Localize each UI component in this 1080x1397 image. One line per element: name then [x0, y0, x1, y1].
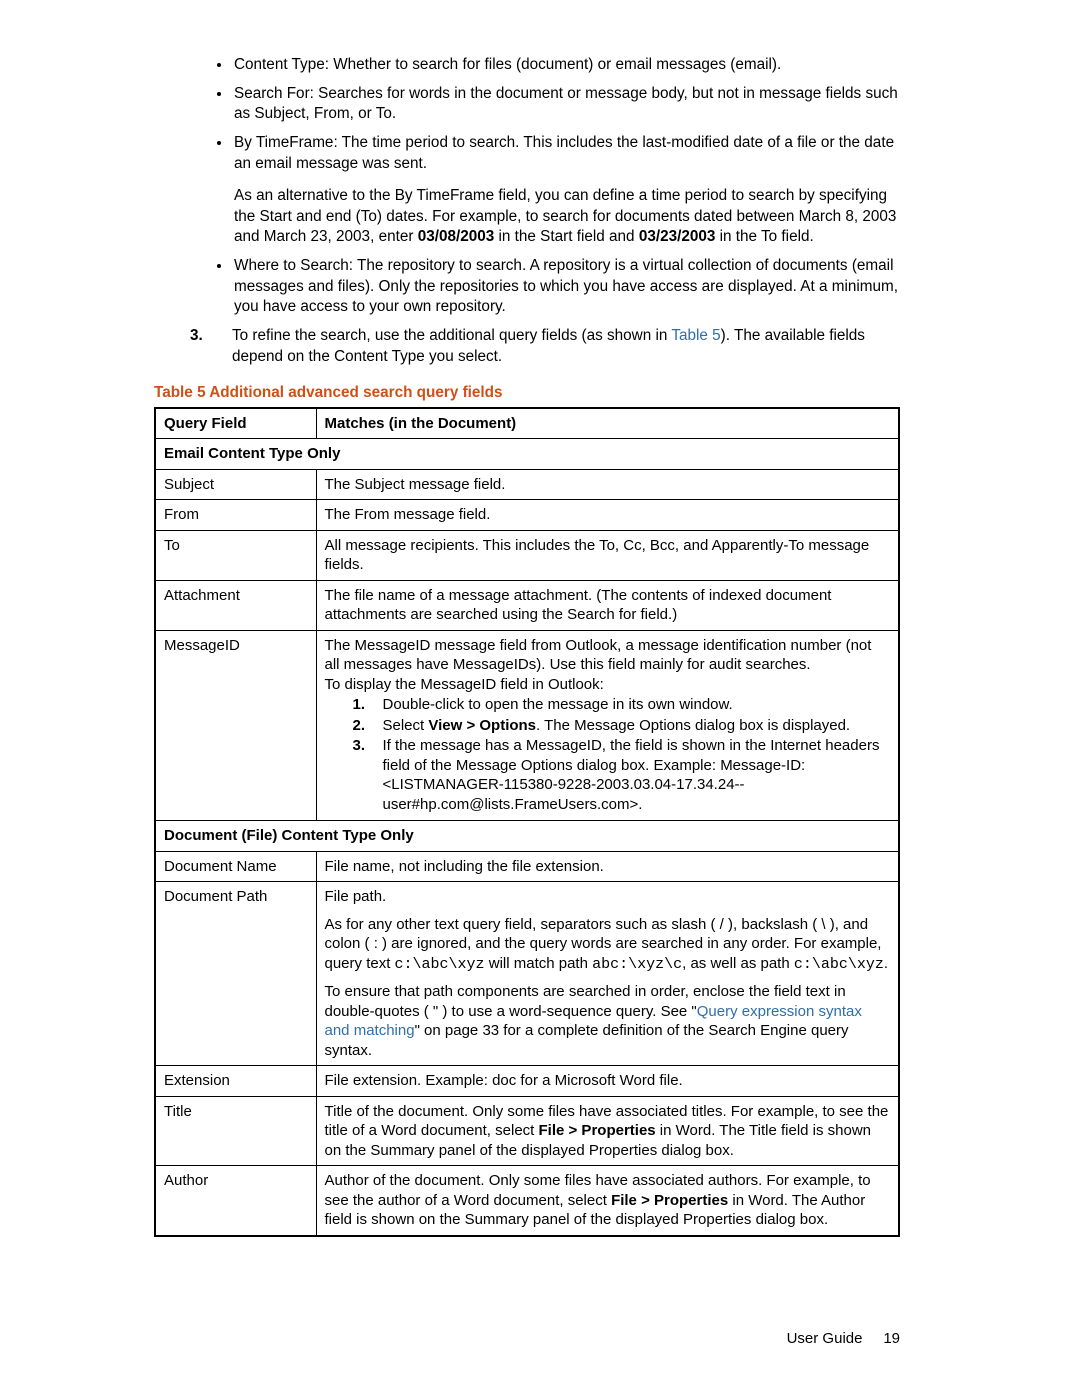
- cell-to-m: All message recipients. This includes th…: [316, 530, 899, 580]
- section-email-header: Email Content Type Only: [155, 439, 899, 470]
- section-document-header: Document (File) Content Type Only: [155, 821, 899, 852]
- text: Select: [383, 717, 429, 734]
- cell-docpath-q: Document Path: [155, 882, 316, 1066]
- top-bullet-list: Content Type: Whether to search for file…: [154, 55, 900, 318]
- table-row: To All message recipients. This includes…: [155, 530, 899, 580]
- text: will match path: [485, 955, 593, 972]
- footer-label: User Guide: [787, 1330, 863, 1347]
- text: . The Message Options dialog box is disp…: [536, 717, 850, 734]
- cell-extension-q: Extension: [155, 1066, 316, 1097]
- bullet-search-for: Search For: Searches for words in the do…: [232, 84, 900, 125]
- text: If the message has a MessageID, the fiel…: [383, 737, 880, 813]
- header-matches: Matches (in the Document): [316, 408, 899, 439]
- bullet-timeframe-text: By TimeFrame: The time period to search.…: [234, 134, 894, 172]
- step-list: 3. To refine the search, use the additio…: [154, 326, 900, 367]
- menu-path: File > Properties: [611, 1192, 728, 1209]
- cell-subject-q: Subject: [155, 469, 316, 500]
- msgid-step-1: 1. Double-click to open the message in i…: [353, 695, 891, 715]
- cell-messageid-m: The MessageID message field from Outlook…: [316, 630, 899, 821]
- cell-attachment-q: Attachment: [155, 580, 316, 630]
- table-5-title: Table 5 Additional advanced search query…: [154, 383, 900, 404]
- code: c:\abc\xyz: [395, 956, 485, 973]
- code: c:\abc\xyz: [794, 956, 884, 973]
- cell-from-q: From: [155, 500, 316, 531]
- step-number: 2.: [353, 716, 366, 736]
- table-header-row: Query Field Matches (in the Document): [155, 408, 899, 439]
- cell-extension-m: File extension. Example: doc for a Micro…: [316, 1066, 899, 1097]
- cell-from-m: The From message field.: [316, 500, 899, 531]
- cell-docpath-m: File path. As for any other text query f…: [316, 882, 899, 1066]
- menu-path: View > Options: [428, 717, 536, 734]
- text: Double-click to open the message in its …: [383, 696, 733, 713]
- step-3: 3. To refine the search, use the additio…: [190, 326, 900, 367]
- text: in the Start field and: [494, 228, 639, 245]
- msgid-steps: 1. Double-click to open the message in i…: [325, 695, 891, 814]
- cell-to-q: To: [155, 530, 316, 580]
- menu-path: File > Properties: [539, 1122, 656, 1139]
- msgid-p1: The MessageID message field from Outlook…: [325, 636, 891, 675]
- table-row: Title Title of the document. Only some f…: [155, 1096, 899, 1166]
- bullet-where-search: Where to Search: The repository to searc…: [232, 256, 900, 318]
- cell-messageid-q: MessageID: [155, 630, 316, 821]
- cell-title-m: Title of the document. Only some files h…: [316, 1096, 899, 1166]
- bullet-timeframe: By TimeFrame: The time period to search.…: [232, 133, 900, 248]
- text: , as well as path: [682, 955, 794, 972]
- section-document-row: Document (File) Content Type Only: [155, 821, 899, 852]
- table-row: Document Name File name, not including t…: [155, 851, 899, 882]
- table-row: Subject The Subject message field.: [155, 469, 899, 500]
- text: in the To field.: [715, 228, 813, 245]
- cell-attachment-m: The file name of a message attachment. (…: [316, 580, 899, 630]
- table-row: Attachment The file name of a message at…: [155, 580, 899, 630]
- cell-author-q: Author: [155, 1166, 316, 1236]
- document-page: Content Type: Whether to search for file…: [0, 0, 1080, 1397]
- table-row: Document Path File path. As for any othe…: [155, 882, 899, 1066]
- cell-title-q: Title: [155, 1096, 316, 1166]
- code: abc:\xyz\c: [592, 956, 682, 973]
- docpath-p1: File path.: [325, 887, 891, 907]
- table-row: From The From message field.: [155, 500, 899, 531]
- date-start: 03/08/2003: [418, 228, 495, 245]
- date-end: 03/23/2003: [639, 228, 716, 245]
- text: .: [884, 955, 888, 972]
- cell-docname-q: Document Name: [155, 851, 316, 882]
- footer-page-number: 19: [883, 1330, 900, 1347]
- advanced-search-fields-table: Query Field Matches (in the Document) Em…: [154, 407, 900, 1237]
- cell-subject-m: The Subject message field.: [316, 469, 899, 500]
- msgid-step-2: 2. Select View > Options. The Message Op…: [353, 716, 891, 736]
- table-row: MessageID The MessageID message field fr…: [155, 630, 899, 821]
- msgid-step-3: 3. If the message has a MessageID, the f…: [353, 736, 891, 814]
- timeframe-alt-para: As an alternative to the By TimeFrame fi…: [234, 186, 900, 248]
- step-number: 1.: [353, 695, 366, 715]
- docpath-p3: To ensure that path components are searc…: [325, 982, 891, 1060]
- step-number: 3.: [190, 326, 203, 347]
- cell-docname-m: File name, not including the file extens…: [316, 851, 899, 882]
- step-number: 3.: [353, 736, 366, 756]
- header-query-field: Query Field: [155, 408, 316, 439]
- table-row: Extension File extension. Example: doc f…: [155, 1066, 899, 1097]
- step-3-text-pre: To refine the search, use the additional…: [232, 327, 671, 344]
- bullet-content-type: Content Type: Whether to search for file…: [232, 55, 900, 76]
- docpath-p2: As for any other text query field, separ…: [325, 915, 891, 975]
- table-row: Author Author of the document. Only some…: [155, 1166, 899, 1236]
- table-5-link[interactable]: Table 5: [671, 327, 720, 344]
- msgid-p2: To display the MessageID field in Outloo…: [325, 675, 891, 695]
- page-footer: User Guide 19: [787, 1329, 900, 1349]
- cell-author-m: Author of the document. Only some files …: [316, 1166, 899, 1236]
- section-email-row: Email Content Type Only: [155, 439, 899, 470]
